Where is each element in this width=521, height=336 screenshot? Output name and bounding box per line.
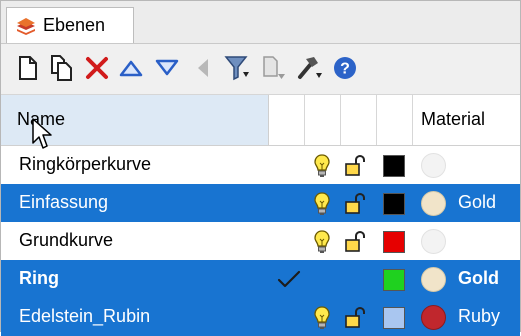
panel-tab-strip: Ebenen: [1, 1, 520, 44]
column-header-color[interactable]: [377, 95, 413, 145]
layer-color-swatch[interactable]: [383, 231, 405, 253]
layer-name[interactable]: Ringkörperkurve: [19, 154, 151, 175]
unlocked-lock-icon[interactable]: [345, 193, 365, 215]
layer-row[interactable]: Grundkurve: [1, 222, 520, 260]
filter-icon[interactable]: [223, 53, 253, 83]
layer-color-swatch[interactable]: [383, 269, 405, 291]
move-down-icon[interactable]: [152, 53, 182, 83]
layer-name[interactable]: Einfassung: [19, 192, 108, 213]
layer-name[interactable]: Grundkurve: [19, 230, 113, 251]
column-header: Name Material: [1, 95, 520, 146]
new-sublayer-icon[interactable]: [47, 53, 77, 83]
layer-row[interactable]: Ring Gold: [1, 260, 520, 298]
column-header-locked[interactable]: [341, 95, 377, 145]
delete-icon[interactable]: [82, 53, 112, 83]
column-header-visible[interactable]: [305, 95, 341, 145]
layer-color-swatch[interactable]: [383, 155, 405, 177]
current-layer-check-icon[interactable]: [277, 269, 301, 289]
visibility-bulb-icon[interactable]: [314, 192, 330, 216]
visibility-bulb-icon[interactable]: [314, 230, 330, 254]
layers-panel: Ebenen ? Name Material Ringkörperkurve E…: [0, 0, 521, 336]
layers-toolbar: ?: [1, 44, 520, 95]
move-to-parent-icon[interactable]: [188, 53, 218, 83]
move-up-icon[interactable]: [116, 53, 146, 83]
layer-color-swatch[interactable]: [383, 307, 405, 329]
material-name[interactable]: Ruby: [458, 306, 500, 327]
visibility-bulb-icon[interactable]: [314, 154, 330, 178]
layer-row[interactable]: Edelstein_Rubin Ruby: [1, 298, 520, 336]
column-material-label[interactable]: Material: [421, 109, 485, 130]
material-swatch-icon[interactable]: [421, 267, 446, 292]
layer-name[interactable]: Edelstein_Rubin: [19, 306, 150, 327]
visibility-bulb-icon[interactable]: [314, 306, 330, 330]
material-swatch-icon[interactable]: [421, 191, 446, 216]
material-swatch-icon[interactable]: [421, 305, 446, 330]
new-layer-icon[interactable]: [13, 53, 43, 83]
material-swatch-icon[interactable]: [421, 229, 446, 254]
layer-copy-icon[interactable]: [260, 53, 290, 83]
layer-name[interactable]: Ring: [19, 268, 59, 289]
unlocked-lock-icon[interactable]: [345, 307, 365, 329]
unlocked-lock-icon[interactable]: [345, 155, 365, 177]
tab-label: Ebenen: [43, 15, 106, 35]
layers-icon: [17, 17, 35, 35]
help-icon[interactable]: ?: [330, 53, 360, 83]
tools-icon[interactable]: [295, 53, 325, 83]
layer-row[interactable]: Einfassung Gold: [1, 184, 520, 222]
material-name[interactable]: Gold: [458, 268, 499, 289]
material-swatch-icon[interactable]: [421, 153, 446, 178]
column-header-current[interactable]: [269, 95, 305, 145]
layer-color-swatch[interactable]: [383, 193, 405, 215]
mouse-cursor-icon: [32, 118, 52, 149]
unlocked-lock-icon[interactable]: [345, 231, 365, 253]
svg-text:?: ?: [340, 61, 350, 78]
tab-ebenen[interactable]: Ebenen: [6, 7, 134, 43]
material-name[interactable]: Gold: [458, 192, 496, 213]
layer-row[interactable]: Ringkörperkurve: [1, 146, 520, 184]
